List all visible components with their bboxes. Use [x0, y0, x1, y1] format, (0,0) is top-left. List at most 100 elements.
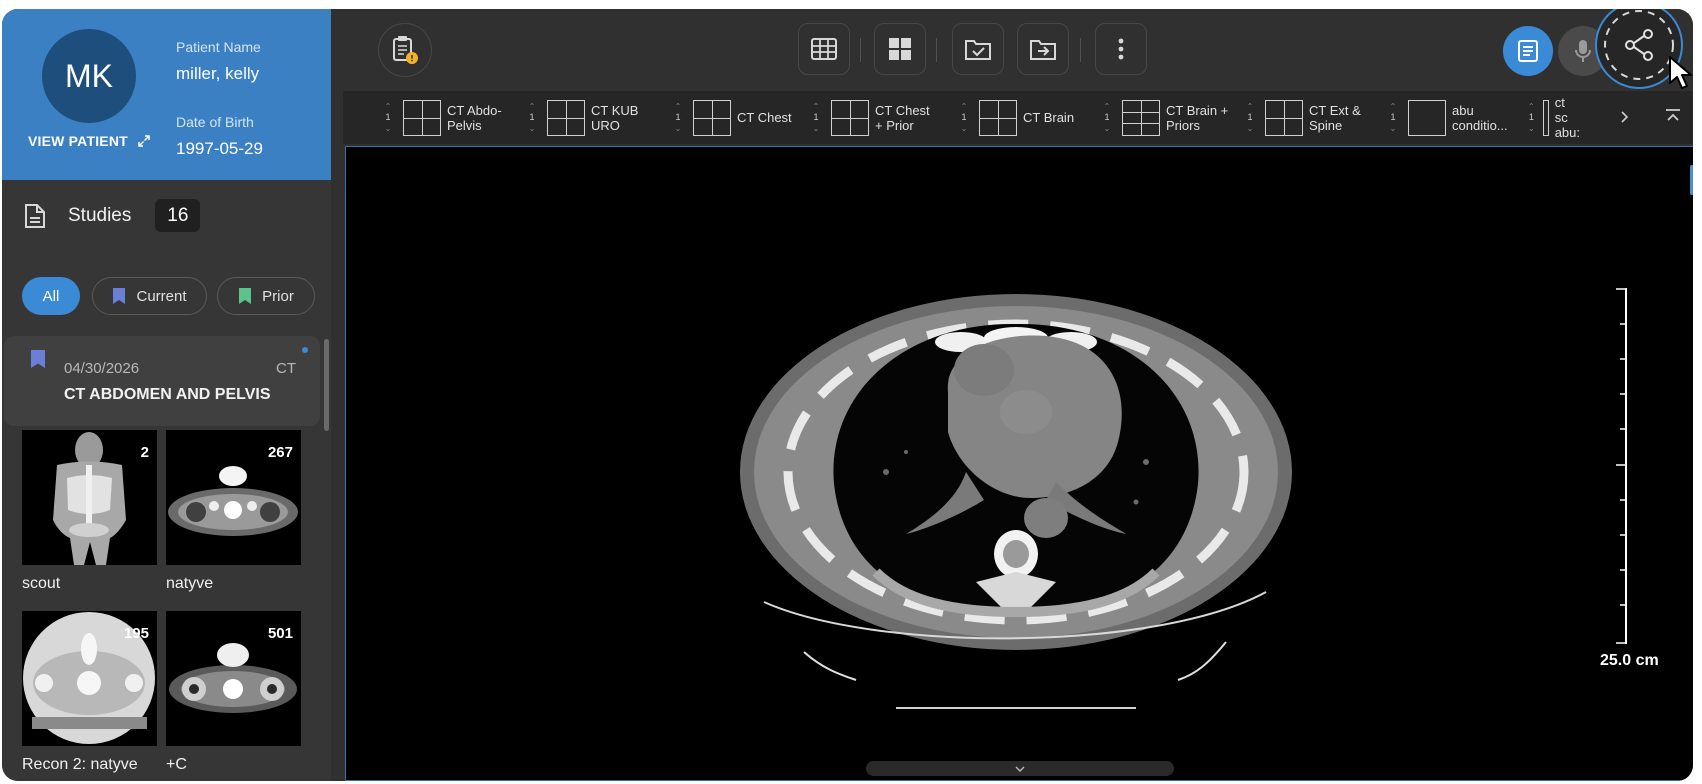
hanging-protocol-strip: ⌃ 1 ⌄ CT Abdo- Pelvis ⌃ 1 ⌄ CT KUB URO ⌃ 1 ⌄ C…: [343, 91, 1693, 144]
bookmark-icon: [31, 350, 45, 368]
protocol-item[interactable]: ⌃ 1 ⌄ CT Brain + Priors: [1100, 91, 1228, 144]
protocol-stepper[interactable]: ⌃ 1 ⌄: [1243, 101, 1257, 134]
protocol-stepper[interactable]: ⌃ 1 ⌄: [809, 101, 823, 134]
protocol-stepper[interactable]: ⌃ 1 ⌄: [671, 101, 685, 134]
layout-2x3-icon: [1122, 99, 1160, 136]
protocol-item[interactable]: ⌃ 1 ⌄ CT KUB URO: [525, 91, 638, 144]
filter-current[interactable]: Current: [92, 277, 207, 315]
mouse-cursor-icon: [1669, 56, 1692, 89]
layout-2x2-icon: [693, 99, 731, 136]
image-viewport[interactable]: 25.0 cm: [345, 146, 1693, 781]
series-thumbnail[interactable]: 267: [166, 430, 301, 565]
toolbar-divider: [860, 38, 861, 62]
scale-ruler: [1616, 288, 1627, 644]
image-count: 2: [140, 444, 149, 461]
protocol-stepper[interactable]: ⌃ 1 ⌄: [1386, 101, 1400, 134]
more-vertical-icon: [1118, 38, 1124, 60]
patient-name: miller, kelly: [176, 64, 260, 83]
layout-2x2-icon: [547, 99, 585, 136]
series-thumbnail[interactable]: 195: [22, 611, 157, 746]
protocol-label: CT KUB URO: [591, 102, 639, 133]
folder-check-icon: [965, 40, 991, 60]
viewer-app: MK VIEW PATIENT Patient Name miller, kel…: [2, 9, 1693, 781]
protocol-count: 1: [529, 112, 535, 122]
image-count: 267: [267, 444, 293, 461]
report-button[interactable]: [1503, 26, 1553, 76]
protocol-label: abu conditio...: [1452, 102, 1508, 133]
layout-grid-button[interactable]: [798, 23, 850, 75]
microphone-icon: [1575, 40, 1591, 62]
slice-scroll-indicator[interactable]: [1690, 165, 1693, 195]
layout-2x2-icon: [979, 99, 1017, 136]
protocol-stepper[interactable]: ⌃ 1 ⌄: [957, 101, 971, 134]
protocol-stepper[interactable]: ⌃ 1 ⌄: [1528, 101, 1535, 134]
ct-axial-chest-image: [740, 294, 1292, 709]
protocol-label: CT Brain + Priors: [1166, 102, 1229, 133]
protocol-item[interactable]: ⌃ 1 ⌄ CT Chest: [671, 91, 792, 144]
patient-avatar: MK: [42, 29, 136, 123]
filter-prior-label: Prior: [262, 287, 294, 305]
clipboard-alert-icon: [393, 36, 418, 64]
view-patient-link[interactable]: VIEW PATIENT: [28, 133, 150, 149]
studies-header: Studies 16: [24, 199, 201, 232]
dob-label: Date of Birth: [176, 114, 254, 130]
toolbar-divider: [1080, 38, 1081, 62]
collapse-up-icon[interactable]: [1665, 109, 1681, 123]
expand-icon: [138, 135, 150, 147]
series-thumbnail[interactable]: 501: [166, 611, 301, 746]
mark-read-button[interactable]: [952, 23, 1004, 75]
patient-header: MK VIEW PATIENT Patient Name miller, kel…: [2, 9, 331, 180]
filter-all[interactable]: All: [22, 277, 80, 315]
protocol-stepper[interactable]: ⌃ 1 ⌄: [381, 101, 395, 134]
study-modality: CT: [276, 360, 296, 377]
protocol-item[interactable]: ⌃ 1 ⌄ CT Chest + Prior: [809, 91, 930, 144]
unread-dot: [302, 347, 308, 353]
study-name: CT ABDOMEN AND PELVIS: [64, 386, 271, 403]
chevron-right-icon[interactable]: [1620, 111, 1628, 123]
protocol-label: CT Brain: [1023, 110, 1075, 125]
protocol-item[interactable]: ⌃ 1 ⌄ ct sc abu:: [1528, 91, 1580, 144]
study-card[interactable]: 04/30/2026 CT CT ABDOMEN AND PELVIS: [4, 336, 320, 426]
protocol-count: 1: [675, 112, 681, 122]
viewer-toolbar: [343, 9, 1693, 91]
protocol-item[interactable]: ⌃ 1 ⌄ CT Brain: [957, 91, 1074, 144]
studies-sidebar: MK VIEW PATIENT Patient Name miller, kel…: [2, 9, 331, 781]
layout-2x2-icon: [831, 99, 869, 136]
protocol-item[interactable]: ⌃ 1 ⌄ CT Ext & Spine: [1243, 91, 1361, 144]
chevron-down-icon: [1015, 766, 1025, 772]
protocol-count: 1: [1390, 112, 1396, 122]
protocol-label: ct sc abu:: [1554, 95, 1580, 140]
protocol-count: 1: [385, 112, 391, 122]
series-thumbnail[interactable]: 2: [22, 430, 157, 565]
view-patient-label: VIEW PATIENT: [28, 133, 128, 149]
protocol-count: 1: [1104, 112, 1110, 122]
series-label: Recon 2: natyve: [22, 756, 138, 773]
protocol-stepper[interactable]: ⌃ 1 ⌄: [1100, 101, 1114, 134]
more-options-button[interactable]: [1095, 23, 1147, 75]
protocol-count: 1: [1247, 112, 1253, 122]
grid-layout-icon: [811, 38, 837, 60]
filter-current-label: Current: [136, 287, 187, 305]
sidebar-scrollbar[interactable]: [324, 339, 329, 431]
series-label: scout: [22, 575, 61, 592]
study-date: 04/30/2026: [64, 360, 140, 377]
expand-panel-handle[interactable]: [866, 761, 1174, 776]
protocol-item[interactable]: ⌃ 1 ⌄ CT Abdo- Pelvis: [381, 91, 502, 144]
studies-count-badge: 16: [155, 199, 201, 232]
protocol-label: CT Abdo- Pelvis: [447, 102, 502, 133]
layout-1x1-icon: [1408, 99, 1446, 136]
protocol-item[interactable]: ⌃ 1 ⌄ abu conditio...: [1386, 91, 1508, 144]
patient-dob: 1997-05-29: [176, 139, 263, 158]
quad-view-button[interactable]: [874, 23, 926, 75]
protocol-label: CT Chest + Prior: [875, 102, 930, 133]
bookmark-icon: [113, 288, 126, 304]
report-icon: [1518, 40, 1538, 62]
export-button[interactable]: [1017, 23, 1069, 75]
studies-title: Studies: [68, 204, 132, 226]
layout-2x2-icon: [403, 99, 441, 136]
protocol-count: 1: [813, 112, 819, 122]
filter-prior[interactable]: Prior: [217, 277, 315, 315]
protocol-stepper[interactable]: ⌃ 1 ⌄: [525, 101, 539, 134]
clipboard-alert-button[interactable]: [378, 23, 432, 77]
toolbar-divider: [936, 38, 937, 62]
